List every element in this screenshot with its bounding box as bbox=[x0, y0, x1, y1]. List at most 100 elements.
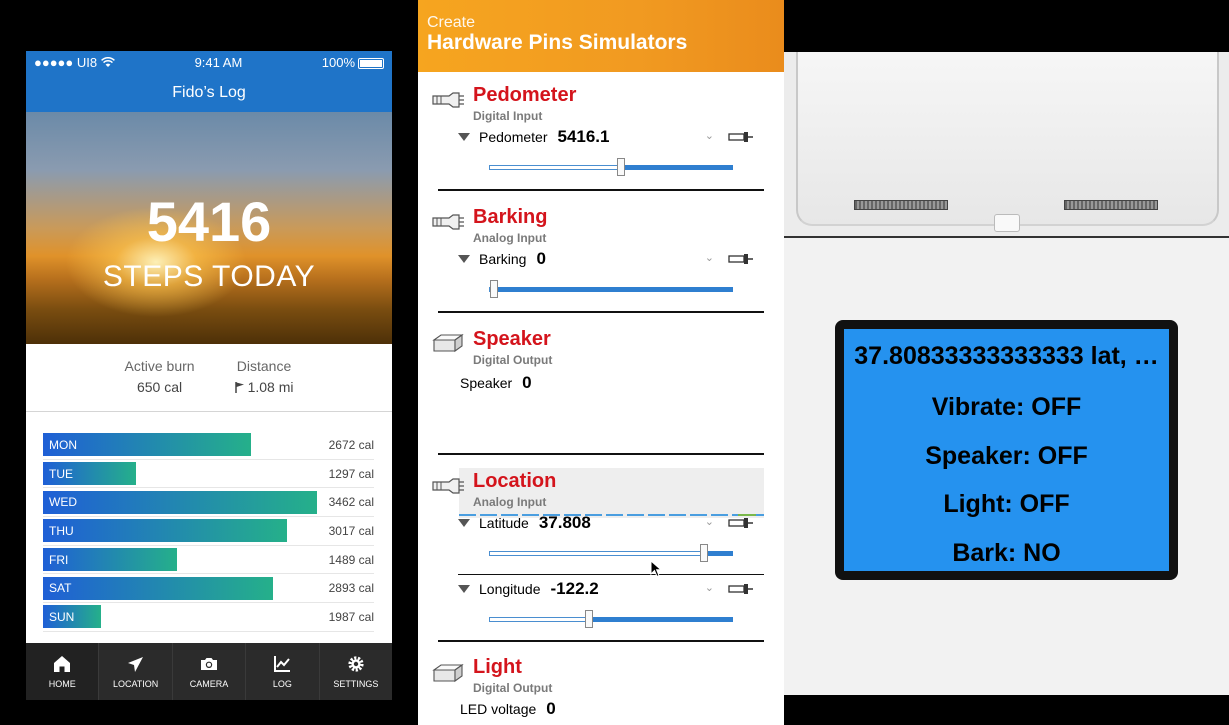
page-title: Fido’s Log bbox=[172, 83, 246, 101]
control-value: 0 bbox=[546, 699, 556, 718]
control-label: Barking bbox=[479, 251, 527, 267]
section-title: Location bbox=[473, 470, 557, 492]
slider-fill bbox=[704, 551, 733, 556]
mouse-cursor-icon bbox=[650, 560, 662, 578]
device-photo: 37.80833333333333 lat, … Vibrate: OFF Sp… bbox=[784, 0, 1229, 725]
lcd-bezel: 37.80833333333333 lat, … Vibrate: OFF Sp… bbox=[835, 320, 1178, 580]
collapse-triangle-icon[interactable] bbox=[458, 255, 470, 263]
wifi-icon bbox=[101, 56, 116, 67]
section-title: Light bbox=[473, 656, 522, 678]
control-row-light: LED voltage 0 bbox=[460, 699, 556, 719]
row-divider bbox=[458, 574, 764, 575]
stat-value: 1.08 mi bbox=[234, 379, 294, 395]
daily-calories-list: MON 2672 cal TUE 1297 cal WED 3462 cal THU 3017… bbox=[26, 412, 392, 632]
lcd-location-line: 37.80833333333333 lat, … bbox=[854, 342, 1159, 370]
digital-output-pin-icon bbox=[432, 333, 464, 353]
section-type: Analog Input bbox=[473, 495, 547, 509]
stat-value: 650 cal bbox=[136, 379, 183, 395]
carrier-label: ●●●●● UI8 bbox=[34, 54, 98, 70]
status-time: 9:41 AM bbox=[194, 54, 243, 70]
stat-distance: Distance 1.08 mi bbox=[234, 358, 294, 411]
status-bar: ●●●●● UI8 9:41 AM 100% bbox=[26, 51, 392, 73]
control-row-longitude: Longitude -122.2 ⌄ bbox=[458, 579, 754, 599]
slider-pedometer[interactable] bbox=[489, 158, 733, 176]
stat-label: Distance bbox=[236, 358, 292, 374]
control-label: Pedometer bbox=[479, 129, 548, 145]
tab-label: HOME bbox=[48, 679, 76, 689]
day-calories: 1987 cal bbox=[328, 609, 374, 624]
control-label: Latitude bbox=[479, 515, 529, 531]
nav-bar: Fido’s Log bbox=[26, 73, 392, 112]
chevron-down-icon[interactable]: ⌄ bbox=[705, 129, 714, 142]
slider-barking[interactable] bbox=[489, 280, 733, 298]
tab-label: LOG bbox=[272, 679, 292, 689]
stats-row: Active burn 650 cal Distance 1.08 mi bbox=[26, 344, 392, 412]
phone-app: ●●●●● UI8 9:41 AM 100% Fido’s Log 5416 S… bbox=[26, 51, 392, 700]
tab-home[interactable]: HOME bbox=[26, 643, 100, 700]
day-row-tue: TUE 1297 cal bbox=[43, 460, 374, 489]
slider-thumb[interactable] bbox=[617, 158, 625, 176]
day-calories: 3017 cal bbox=[328, 523, 374, 538]
digital-output-pin-icon bbox=[432, 663, 464, 683]
tab-label: CAMERA bbox=[189, 679, 229, 689]
day-bar: MON bbox=[43, 433, 251, 457]
left-connector bbox=[854, 200, 948, 210]
tab-camera[interactable]: CAMERA bbox=[173, 643, 247, 700]
tab-bar: HOME LOCATION CAMERA LOG SETTINGS bbox=[26, 643, 392, 700]
day-row-sun: SUN 1987 cal bbox=[43, 603, 374, 632]
pin-pedometer: Pedometer Digital Input Pedometer 5416.1… bbox=[418, 72, 784, 192]
steps-count: 5416 bbox=[146, 190, 272, 253]
slider-fill bbox=[621, 165, 733, 170]
header-title: Hardware Pins Simulators bbox=[427, 31, 688, 54]
day-bar: THU bbox=[43, 519, 287, 543]
collapse-triangle-icon[interactable] bbox=[458, 519, 470, 527]
slider-track bbox=[489, 617, 589, 622]
slider-longitude[interactable] bbox=[489, 610, 733, 628]
slider-latitude[interactable] bbox=[489, 544, 733, 562]
slider-fill bbox=[494, 287, 733, 292]
control-value: 5416.1 bbox=[557, 127, 610, 146]
tab-log[interactable]: LOG bbox=[246, 643, 320, 700]
distance-value: 1.08 mi bbox=[247, 379, 294, 395]
tab-label: SETTINGS bbox=[333, 679, 379, 689]
pin-light: Light Digital Output LED voltage 0 bbox=[418, 646, 784, 725]
device-body: 37.80833333333333 lat, … Vibrate: OFF Sp… bbox=[784, 238, 1229, 695]
collapse-triangle-icon[interactable] bbox=[458, 585, 470, 593]
day-row-thu: THU 3017 cal bbox=[43, 517, 374, 546]
lcd-light-line: Light: OFF bbox=[943, 490, 1070, 518]
chart-icon bbox=[274, 656, 291, 672]
header-subtitle: Create bbox=[427, 14, 476, 31]
control-row-barking: Barking 0 ⌄ bbox=[458, 249, 754, 269]
slider-fill bbox=[589, 617, 733, 622]
lcd-screen: 37.80833333333333 lat, … Vibrate: OFF Sp… bbox=[844, 329, 1169, 571]
plug-icon[interactable] bbox=[728, 253, 754, 265]
section-type: Digital Output bbox=[473, 353, 553, 367]
simulator-header: Create Hardware Pins Simulators bbox=[418, 0, 784, 72]
chevron-down-icon[interactable]: ⌄ bbox=[705, 515, 714, 528]
section-title: Pedometer bbox=[473, 84, 577, 106]
control-label: Longitude bbox=[479, 581, 541, 597]
battery-icon bbox=[358, 57, 384, 69]
plug-icon[interactable] bbox=[728, 583, 754, 595]
day-bar: FRI bbox=[43, 548, 177, 572]
day-calories: 3462 cal bbox=[328, 495, 374, 510]
tab-settings[interactable]: SETTINGS bbox=[320, 643, 392, 700]
slider-thumb[interactable] bbox=[490, 280, 498, 298]
slider-track bbox=[489, 165, 621, 170]
slider-thumb[interactable] bbox=[585, 610, 593, 628]
day-calories: 2893 cal bbox=[328, 581, 374, 596]
day-row-sat: SAT 2893 cal bbox=[43, 574, 374, 604]
day-calories: 2672 cal bbox=[328, 437, 374, 452]
plug-icon[interactable] bbox=[728, 517, 754, 529]
control-value: 37.808 bbox=[538, 513, 591, 532]
flag-icon bbox=[234, 382, 244, 393]
section-title: Barking bbox=[473, 206, 548, 228]
tab-location[interactable]: LOCATION bbox=[99, 643, 173, 700]
stat-active-burn: Active burn 650 cal bbox=[125, 358, 195, 411]
control-label: LED voltage bbox=[460, 701, 537, 717]
chevron-down-icon[interactable]: ⌄ bbox=[705, 581, 714, 594]
slider-thumb[interactable] bbox=[700, 544, 708, 562]
collapse-triangle-icon[interactable] bbox=[458, 133, 470, 141]
chevron-down-icon[interactable]: ⌄ bbox=[705, 251, 714, 264]
plug-icon[interactable] bbox=[728, 131, 754, 143]
